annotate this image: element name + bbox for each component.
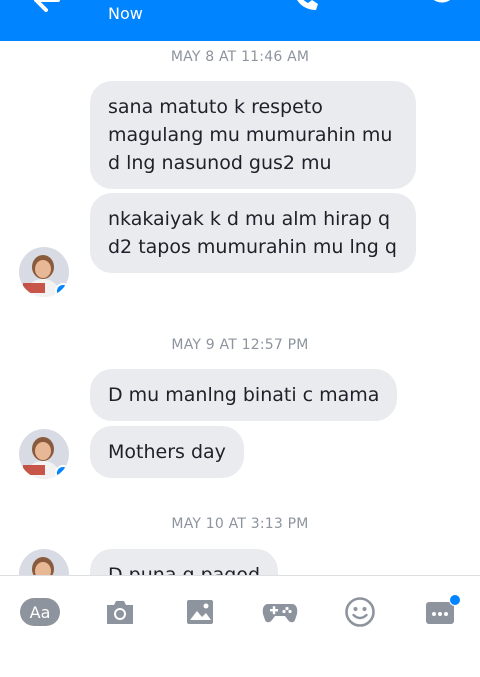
more-icon[interactable]: [418, 594, 462, 630]
aa-icon: Aa: [20, 598, 60, 626]
gallery-icon[interactable]: [178, 594, 222, 630]
message-bubble[interactable]: Mothers day: [90, 426, 244, 478]
contact-avatar[interactable]: [19, 247, 69, 297]
messenger-badge-icon: [55, 283, 69, 297]
notification-dot: [449, 594, 461, 606]
info-icon[interactable]: [425, 0, 459, 16]
games-icon[interactable]: [258, 594, 302, 630]
timestamp: MAY 9 AT 12:57 PM: [171, 337, 309, 353]
timestamp: MAY 10 AT 3:13 PM: [171, 516, 309, 532]
messenger-conversation-screen: Now MAY 8 AT 11:46 AM sana matuto k resp…: [0, 0, 480, 677]
message-bubble[interactable]: nkakaiyak k d mu alm hirap q d2 tapos mu…: [90, 193, 416, 273]
message-thread[interactable]: MAY 8 AT 11:46 AM sana matuto k respeto …: [0, 41, 480, 575]
back-arrow-icon[interactable]: [28, 0, 64, 16]
timestamp: MAY 8 AT 11:46 AM: [170, 49, 310, 65]
conversation-header: Now: [0, 0, 480, 41]
messenger-badge-icon: [55, 465, 69, 479]
contact-avatar[interactable]: [19, 429, 69, 479]
composer-toolbar: Aa: [0, 575, 480, 677]
contact-avatar[interactable]: [19, 549, 69, 575]
message-bubble[interactable]: D puna q pagod: [90, 549, 279, 575]
camera-icon[interactable]: [98, 594, 142, 630]
message-bubble[interactable]: sana matuto k respeto magulang mu mumura…: [90, 81, 416, 189]
video-icon[interactable]: [355, 0, 389, 16]
message-bubble[interactable]: D mu manlng binati c mama: [90, 369, 398, 421]
phone-icon[interactable]: [288, 0, 322, 16]
text-input-button[interactable]: Aa: [18, 594, 62, 630]
emoji-icon[interactable]: [338, 594, 382, 630]
active-status: Now: [108, 4, 143, 23]
